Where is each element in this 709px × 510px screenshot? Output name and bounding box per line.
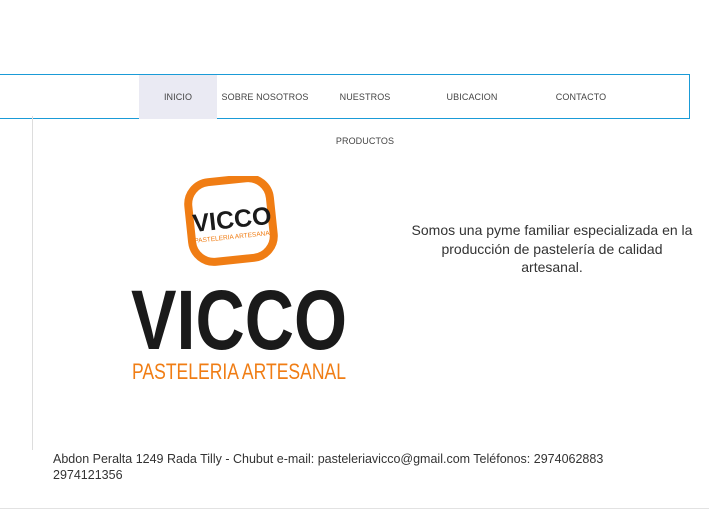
- nav-item-sobre-nosotros[interactable]: SOBRE NOSOTROS: [221, 75, 309, 119]
- vicco-logo: VICCO PASTELERIA ARTESANAL VICCO PASTELE…: [131, 176, 347, 384]
- main-nav: INICIO SOBRE NOSOTROS NUESTROS PRODUCTOS…: [0, 74, 690, 146]
- logo-sub-text: PASTELERIA ARTESANAL: [132, 359, 346, 384]
- nav-item-nuestros-productos[interactable]: NUESTROS PRODUCTOS: [310, 75, 420, 146]
- nav-item-contacto[interactable]: CONTACTO: [540, 75, 622, 119]
- nav-item-ubicacion[interactable]: UBICACION: [432, 75, 512, 119]
- tagline-text: Somos una pyme familiar especializada en…: [411, 222, 693, 275]
- logo-badge: VICCO PASTELERIA ARTESANAL: [184, 176, 278, 266]
- nav-item-inicio[interactable]: INICIO: [139, 75, 217, 119]
- logo-main-text: VICCO: [131, 273, 347, 367]
- vertical-divider: [32, 116, 33, 450]
- footer-contact: Abdon Peralta 1249 Rada Tilly - Chubut e…: [53, 452, 604, 482]
- bottom-divider: [0, 508, 709, 509]
